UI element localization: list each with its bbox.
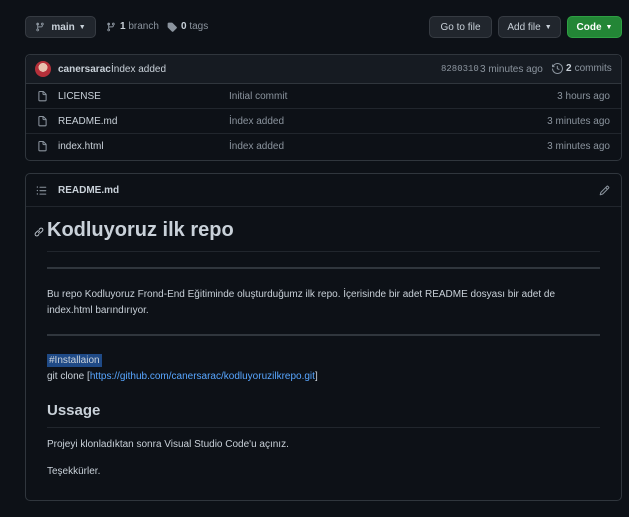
branches-count: 1 [120,21,126,32]
chevron-down-icon: ▼ [605,23,613,31]
file-time: 3 minutes ago [547,116,610,127]
chevron-down-icon: ▼ [78,23,86,31]
add-file-button[interactable]: Add file ▼ [498,16,561,38]
title-underline [47,251,600,252]
branches-link[interactable]: 1 branch [106,21,159,32]
readme-header: README.md [26,174,621,207]
tags-count: 0 [181,21,187,32]
branch-icon [36,22,45,32]
file-name[interactable]: index.html [58,141,104,152]
install-heading: #Installaion [47,354,102,367]
readme-paragraph: Bu repo Kodluyoruz Frond-End Eğitiminde … [47,289,556,316]
commits-count: 2 [566,63,572,74]
file-commit-message[interactable]: İndex added [229,116,284,127]
history-icon [552,63,563,74]
readme-box: README.md Kodluyoruz ilk repo Bu repo Ko… [25,173,622,501]
chevron-down-icon: ▼ [544,23,552,31]
latest-commit-bar: canersarac İndex added 8280310 3 minutes… [26,55,621,84]
file-icon [38,141,47,152]
file-row[interactable]: LICENSE Initial commit 3 hours ago [26,84,621,109]
clone-suffix: ] [314,371,318,382]
avatar[interactable] [35,61,51,77]
file-icon [38,116,47,127]
file-icon [38,91,47,102]
horizontal-rule [47,334,600,336]
file-commit-message[interactable]: İndex added [229,141,284,152]
file-row[interactable]: index.html İndex added 3 minutes ago [26,134,621,159]
clone-prefix: git clone [ [47,371,90,382]
usage-text: Projeyi klonladıktan sonra Visual Studio… [47,439,289,450]
anchor-link-icon[interactable] [34,227,44,237]
tags-link[interactable]: 0 tags [167,21,208,32]
commit-author[interactable]: canersarac [58,64,111,75]
commits-label: commits [574,63,612,74]
branch-name: main [51,21,75,33]
thanks-text: Teşekkürler. [47,466,101,477]
pencil-icon[interactable] [599,185,610,196]
add-file-label: Add file [507,21,541,33]
file-name[interactable]: README.md [58,116,117,127]
tag-icon [167,22,177,32]
branches-label: branch [128,21,159,32]
file-time: 3 hours ago [557,91,610,102]
commit-time: 3 minutes ago [480,64,543,75]
install-line: #Installaion [47,353,600,369]
list-unordered-icon[interactable] [36,185,47,196]
readme-title: Kodluyoruz ilk repo [47,219,234,241]
file-commit-message[interactable]: Initial commit [229,91,287,102]
commits-link[interactable]: 2 commits [552,63,612,74]
tags-label: tags [189,21,209,32]
branch-select-button[interactable]: main ▼ [25,16,96,38]
readme-filename: README.md [58,185,120,196]
file-name[interactable]: LICENSE [58,91,101,102]
code-button[interactable]: Code ▼ [567,16,622,38]
go-to-file-button[interactable]: Go to file [429,16,492,38]
usage-underline [47,427,600,428]
file-time: 3 minutes ago [547,141,610,152]
commit-message[interactable]: İndex added [111,64,166,75]
usage-heading: Ussage [47,402,101,419]
horizontal-rule [47,267,600,269]
go-to-file-label: Go to file [440,21,481,33]
file-row[interactable]: README.md İndex added 3 minutes ago [26,109,621,134]
commit-hash[interactable]: 8280310 [441,64,479,74]
branch-icon [107,22,115,31]
clone-url-link[interactable]: https://github.com/canersarac/kodluyoruz… [90,371,315,382]
code-label: Code [576,21,602,33]
clone-line: git clone [https://github.com/canersarac… [47,369,600,385]
file-list-box: canersarac İndex added 8280310 3 minutes… [25,54,622,161]
